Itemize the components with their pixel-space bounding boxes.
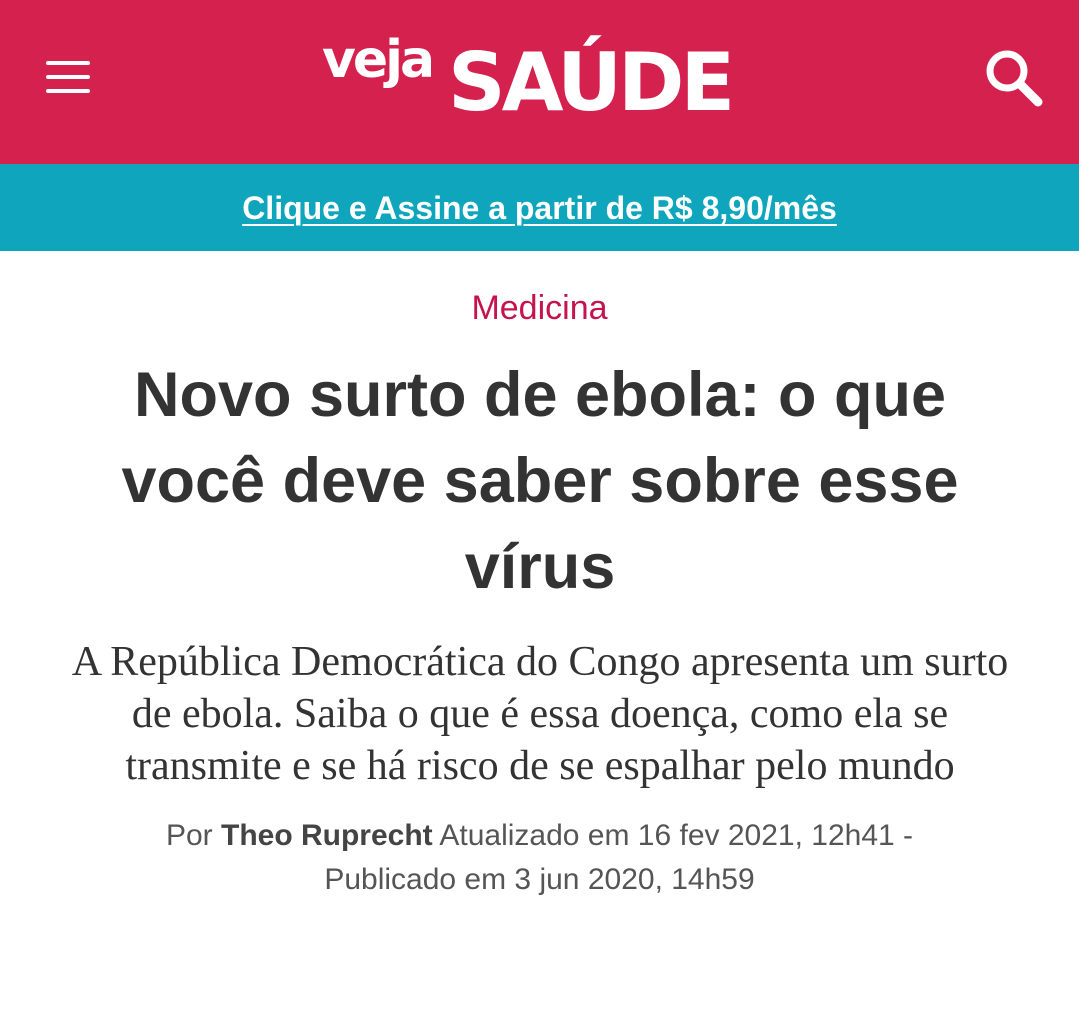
menu-bar (46, 61, 90, 65)
updated-date: Atualizado em 16 fev 2021, 12h41 - (439, 819, 914, 852)
byline-prefix: Por (165, 819, 213, 852)
site-logo[interactable]: veja SAÚDE (322, 30, 752, 126)
search-icon[interactable] (976, 40, 1052, 116)
article-header: Medicina Novo surto de ebola: o que você… (0, 287, 1079, 902)
article-subtitle: A República Democrática do Congo apresen… (71, 639, 1009, 789)
logo-prefix: veja (322, 30, 435, 90)
menu-bar (46, 89, 90, 93)
subscription-banner: Clique e Assine a partir de R$ 8,90/mês (0, 164, 1079, 251)
menu-bar (46, 75, 90, 79)
site-header: veja SAÚDE (0, 0, 1079, 164)
author-link[interactable]: Theo Ruprecht (221, 819, 433, 852)
article-title: Novo surto de ebola: o que você deve sab… (121, 360, 959, 602)
logo-name: SAÚDE (448, 36, 735, 129)
search-icon-graphic (986, 50, 1043, 107)
published-date: Publicado em 3 jun 2020, 14h59 (324, 863, 755, 896)
hamburger-menu-icon[interactable] (36, 48, 102, 108)
subscribe-link[interactable]: Clique e Assine a partir de R$ 8,90/mês (242, 188, 837, 228)
byline: Por Theo Ruprecht Atualizado em 16 fev 2… (90, 814, 990, 902)
category-link[interactable]: Medicina (60, 287, 1019, 329)
